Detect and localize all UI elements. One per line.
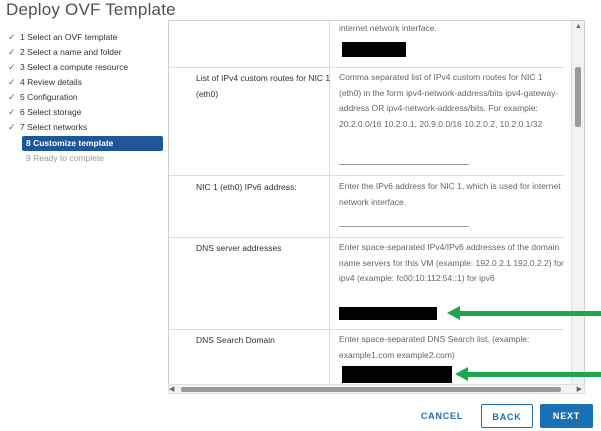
- field-label: NIC 1 (eth0) IPv6 address:: [196, 182, 297, 192]
- vertical-scrollbar[interactable]: ▲: [571, 21, 584, 385]
- step-3[interactable]: ✓ 3 Select a compute resource: [8, 60, 158, 75]
- step-4[interactable]: ✓ 4 Review details: [8, 75, 158, 90]
- redacted-value: [342, 42, 406, 57]
- step-8-active[interactable]: 8 Customize template: [22, 136, 163, 151]
- step-2[interactable]: ✓ 2 Select a name and folder: [8, 45, 158, 60]
- form-row-dns-search-domain: DNS Search Domain Enter space-separated …: [169, 329, 564, 385]
- form-row-fragment: internet network interface.: [169, 21, 564, 68]
- dns-search-domain-input[interactable]: [342, 366, 452, 383]
- vertical-scroll-thumb[interactable]: [575, 67, 581, 127]
- check-icon: ✓: [8, 77, 16, 87]
- field-description: internet network interface.: [339, 23, 437, 33]
- field-description: Enter the IPv6 address for NIC 1, which …: [339, 181, 561, 207]
- step-6[interactable]: ✓ 6 Select storage: [8, 105, 158, 120]
- scroll-left-icon[interactable]: ◀: [169, 386, 174, 394]
- field-description: Enter space-separated IPv4/IPv6 addresse…: [339, 242, 564, 283]
- step-label: 3 Select a compute resource: [20, 62, 129, 72]
- field-description: Enter space-separated DNS Search list. (…: [339, 334, 530, 360]
- step-label: 4 Review details: [20, 77, 82, 87]
- step-label: 1 Select an OVF template: [20, 32, 118, 42]
- check-icon: ✓: [8, 122, 16, 132]
- customize-template-panel[interactable]: internet network interface. List of IPv4…: [168, 20, 585, 386]
- annotation-arrow-dns-servers: [458, 311, 601, 316]
- check-icon: ✓: [8, 62, 16, 72]
- step-label: 2 Select a name and folder: [20, 47, 122, 57]
- step-7[interactable]: ✓ 7 Select networks: [8, 120, 158, 135]
- horizontal-scrollbar[interactable]: ◀ ▶: [168, 384, 585, 394]
- field-label: List of IPv4 custom routes for NIC 1 (et…: [196, 73, 331, 99]
- field-description: Comma separated list of IPv4 custom rout…: [339, 72, 559, 129]
- form-row-ipv6-address: NIC 1 (eth0) IPv6 address: Enter the IPv…: [169, 175, 564, 238]
- check-icon: ✓: [8, 32, 16, 42]
- scroll-right-icon[interactable]: ▶: [577, 386, 582, 394]
- horizontal-scroll-thumb[interactable]: [181, 387, 561, 392]
- step-9: 9 Ready to complete: [22, 151, 176, 166]
- scroll-up-icon[interactable]: ▲: [575, 23, 582, 31]
- step-label: 7 Select networks: [20, 122, 88, 132]
- check-icon: ✓: [8, 107, 16, 117]
- check-icon: ✓: [8, 92, 16, 102]
- next-button[interactable]: NEXT: [540, 404, 593, 428]
- step-label: 5 Configuration: [20, 92, 78, 102]
- step-label: 6 Select storage: [20, 107, 82, 117]
- field-label: DNS server addresses: [196, 243, 282, 253]
- step-label: 8 Customize template: [26, 138, 114, 148]
- check-icon: ✓: [8, 47, 16, 57]
- field-label: DNS Search Domain: [196, 335, 275, 345]
- step-5[interactable]: ✓ 5 Configuration: [8, 90, 158, 105]
- form-row-ipv4-routes: List of IPv4 custom routes for NIC 1 (et…: [169, 67, 564, 176]
- form-row-dns-servers: DNS server addresses Enter space-separat…: [169, 237, 564, 330]
- dns-servers-input[interactable]: [339, 307, 437, 320]
- step-label: 9 Ready to complete: [26, 153, 104, 163]
- ipv4-routes-input[interactable]: [339, 164, 469, 165]
- annotation-arrow-dns-search: [466, 372, 601, 377]
- step-1[interactable]: ✓ 1 Select an OVF template: [8, 30, 158, 45]
- cancel-button[interactable]: CANCEL: [412, 404, 472, 428]
- back-button[interactable]: BACK: [481, 404, 533, 428]
- ipv6-address-input[interactable]: [339, 226, 469, 227]
- window-title: Deploy OVF Template: [6, 0, 176, 19]
